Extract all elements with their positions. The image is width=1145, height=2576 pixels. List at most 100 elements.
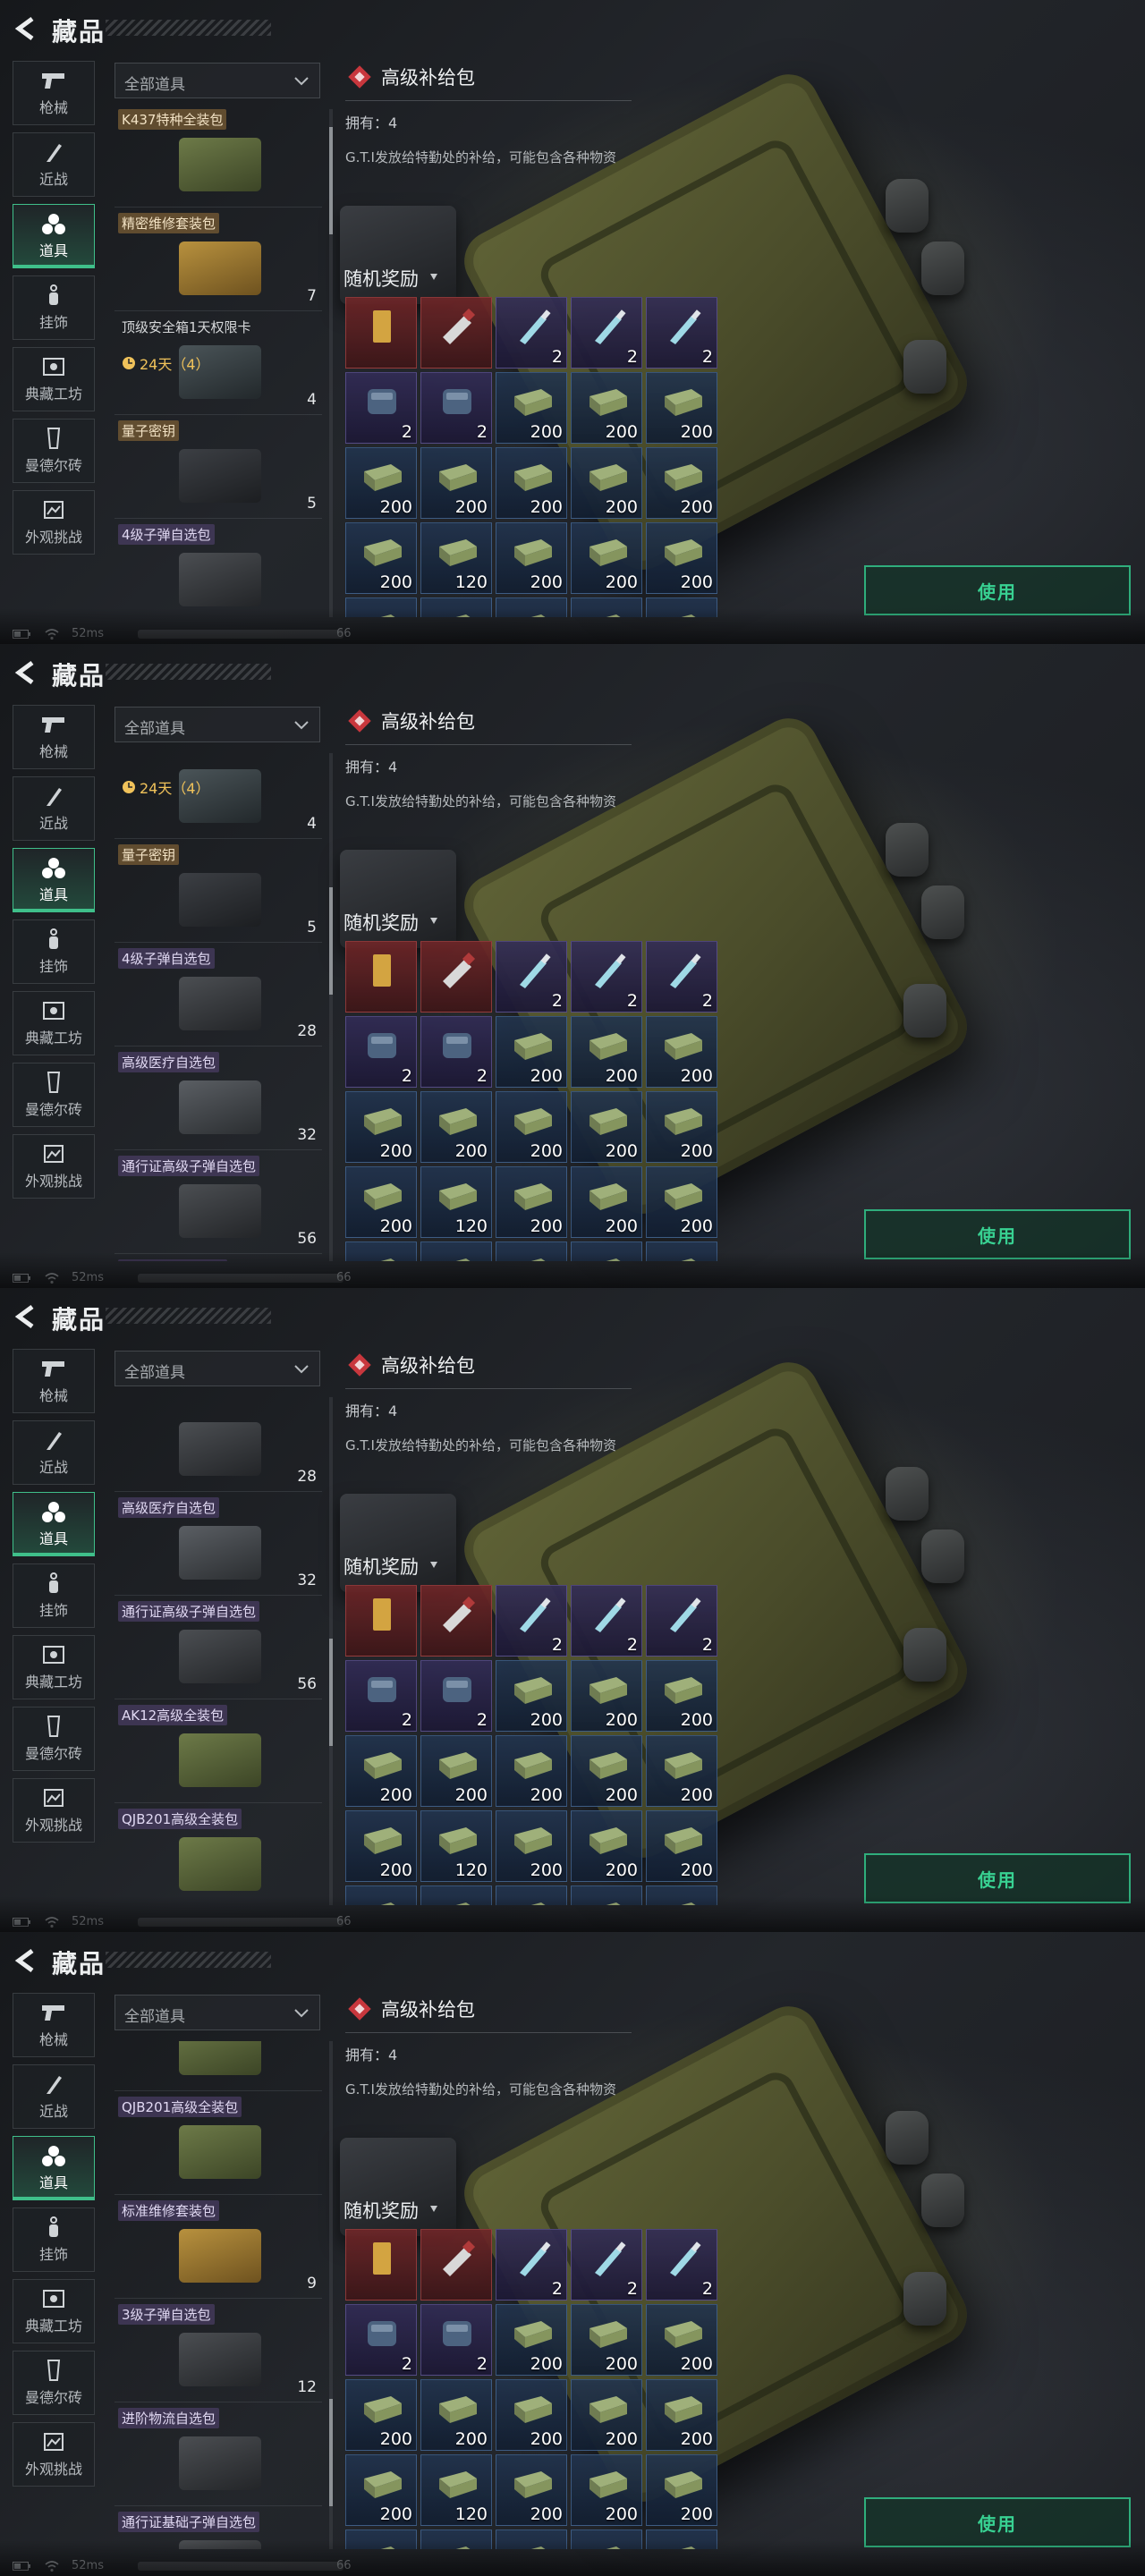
reward-cell[interactable]: 200 (646, 1091, 717, 1163)
reward-cell[interactable]: 120 (420, 1810, 492, 1882)
nav-item-items[interactable]: 道具 (13, 2136, 95, 2200)
reward-cell[interactable] (571, 2529, 642, 2549)
reward-cell[interactable]: 200 (345, 2379, 417, 2451)
scroll-thumb[interactable] (329, 127, 333, 234)
back-arrow-icon[interactable] (14, 16, 38, 41)
reward-cell[interactable]: 2 (420, 2304, 492, 2376)
reward-cell[interactable]: 2 (420, 1016, 492, 1088)
reward-cell[interactable] (496, 1885, 567, 1905)
item-list[interactable]: 24天（4） 4 量子密钥 5 4级子弹自选包 28 高级医疗自选包 32 通行证高级子弹自选包… (114, 753, 322, 1261)
nav-item-pistol[interactable]: 枪械 (13, 1993, 95, 2057)
nav-item-items[interactable]: 道具 (13, 1492, 95, 1556)
filter-dropdown[interactable]: 全部道具 (114, 63, 320, 98)
reward-cell[interactable]: 200 (571, 522, 642, 594)
reward-cell[interactable]: 200 (345, 1166, 417, 1238)
list-item[interactable]: 顶级安全箱1天权限卡 24天（4） 4 (114, 311, 322, 415)
list-item[interactable]: 4级子弹自选包 28 (114, 943, 322, 1046)
item-list[interactable]: 28 高级医疗自选包 32 通行证高级子弹自选包 56 AK12高级全装包 QJB201高级… (114, 1397, 322, 1905)
reward-cell[interactable]: 200 (571, 1016, 642, 1088)
info-icon[interactable] (428, 270, 440, 283)
reward-cell[interactable] (496, 1241, 567, 1261)
reward-cell[interactable]: 2 (571, 941, 642, 1013)
use-button[interactable]: 使用 (864, 1209, 1131, 1259)
list-item[interactable]: 3级子弹自选包 12 (114, 2299, 322, 2402)
reward-cell[interactable]: 2 (646, 2229, 717, 2301)
info-icon[interactable] (428, 1558, 440, 1571)
filter-dropdown[interactable]: 全部道具 (114, 707, 320, 742)
nav-item-challenge[interactable]: 外观挑战 (13, 2422, 95, 2487)
reward-cell[interactable] (571, 1885, 642, 1905)
reward-cell[interactable]: 2 (345, 2304, 417, 2376)
list-item[interactable]: 通行证高级子弹自选包 56 (114, 1596, 322, 1699)
nav-item-workshop[interactable]: 典藏工坊 (13, 1635, 95, 1699)
info-icon[interactable] (428, 2202, 440, 2215)
reward-cell[interactable]: 200 (496, 2454, 567, 2526)
reward-cell[interactable] (345, 2229, 417, 2301)
filter-dropdown[interactable]: 全部道具 (114, 1351, 320, 1386)
list-item[interactable]: 通行证高级子弹自选包 56 (114, 1150, 322, 1254)
nav-item-workshop[interactable]: 典藏工坊 (13, 991, 95, 1055)
reward-cell[interactable]: 2 (420, 372, 492, 444)
list-item[interactable]: 28 (114, 1397, 322, 1492)
reward-cell[interactable] (345, 1885, 417, 1905)
reward-cell[interactable]: 2 (345, 1660, 417, 1732)
reward-cell[interactable] (345, 297, 417, 369)
list-item[interactable]: AK12高级全装包 (114, 1254, 322, 1261)
reward-cell[interactable]: 200 (496, 1166, 567, 1238)
nav-item-pistol[interactable]: 枪械 (13, 1349, 95, 1413)
list-scrollbar[interactable] (329, 109, 333, 617)
nav-item-mandel-brick[interactable]: 曼德尔砖 (13, 1063, 95, 1127)
reward-cell[interactable]: 200 (345, 447, 417, 519)
reward-cell[interactable]: 200 (646, 1660, 717, 1732)
reward-cell[interactable]: 200 (571, 2454, 642, 2526)
reward-cell[interactable]: 200 (646, 2379, 717, 2451)
nav-item-knife[interactable]: 近战 (13, 132, 95, 197)
reward-cell[interactable]: 200 (345, 2454, 417, 2526)
reward-cell[interactable] (345, 941, 417, 1013)
reward-cell[interactable]: 200 (496, 2379, 567, 2451)
reward-cell[interactable] (646, 2529, 717, 2549)
reward-cell[interactable] (420, 297, 492, 369)
nav-item-charm[interactable]: 挂饰 (13, 275, 95, 340)
list-item[interactable]: QJB201高级全装包 (114, 1803, 322, 1905)
reward-cell[interactable] (420, 941, 492, 1013)
reward-cell[interactable]: 200 (646, 372, 717, 444)
reward-cell[interactable]: 200 (646, 2304, 717, 2376)
list-item[interactable]: K437特种全装包 (114, 109, 322, 208)
reward-cell[interactable]: 2 (646, 941, 717, 1013)
reward-cell[interactable] (345, 597, 417, 617)
nav-item-mandel-brick[interactable]: 曼德尔砖 (13, 1707, 95, 1771)
reward-cell[interactable]: 2 (646, 297, 717, 369)
reward-cell[interactable]: 2 (571, 2229, 642, 2301)
nav-item-challenge[interactable]: 外观挑战 (13, 1778, 95, 1843)
reward-cell[interactable]: 2 (345, 372, 417, 444)
use-button[interactable]: 使用 (864, 2497, 1131, 2547)
nav-item-mandel-brick[interactable]: 曼德尔砖 (13, 419, 95, 483)
reward-cell[interactable]: 200 (571, 2379, 642, 2451)
reward-cell[interactable]: 2 (571, 1585, 642, 1657)
reward-cell[interactable]: 200 (345, 522, 417, 594)
reward-cell[interactable]: 2 (496, 297, 567, 369)
reward-cell[interactable]: 200 (571, 372, 642, 444)
reward-cell[interactable]: 2 (571, 297, 642, 369)
list-item[interactable]: 高级医疗自选包 32 (114, 1046, 322, 1150)
reward-cell[interactable]: 200 (571, 1091, 642, 1163)
reward-cell[interactable]: 200 (345, 1091, 417, 1163)
reward-cell[interactable]: 200 (496, 1810, 567, 1882)
reward-cell[interactable]: 200 (646, 447, 717, 519)
reward-cell[interactable]: 200 (571, 447, 642, 519)
list-scrollbar[interactable] (329, 1397, 333, 1905)
filter-dropdown[interactable]: 全部道具 (114, 1995, 320, 2030)
reward-cell[interactable]: 200 (496, 372, 567, 444)
reward-cell[interactable]: 200 (496, 1735, 567, 1807)
reward-cell[interactable]: 200 (571, 1810, 642, 1882)
nav-item-challenge[interactable]: 外观挑战 (13, 1134, 95, 1199)
nav-item-pistol[interactable]: 枪械 (13, 61, 95, 125)
reward-cell[interactable] (571, 1241, 642, 1261)
reward-cell[interactable]: 200 (420, 1091, 492, 1163)
reward-cell[interactable]: 200 (571, 1166, 642, 1238)
reward-cell[interactable] (345, 1241, 417, 1261)
back-arrow-icon[interactable] (14, 1304, 38, 1329)
nav-item-knife[interactable]: 近战 (13, 2064, 95, 2129)
reward-cell[interactable]: 200 (345, 1735, 417, 1807)
